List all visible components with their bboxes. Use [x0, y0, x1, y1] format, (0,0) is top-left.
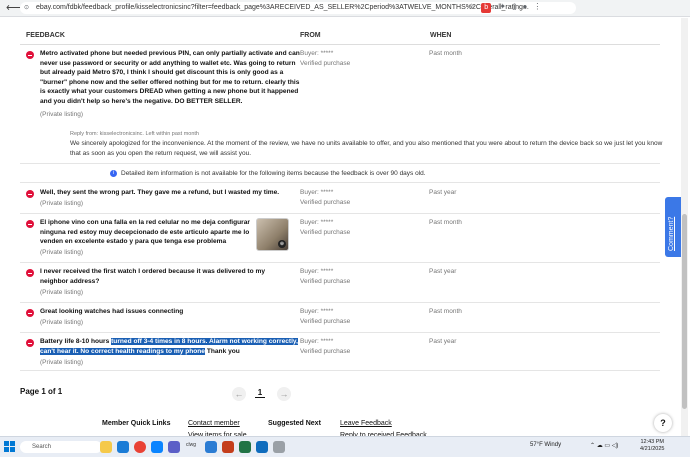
buyer-name: Buyer: *****	[300, 189, 334, 196]
feedback-date: Past month	[429, 308, 462, 315]
private-listing: (Private listing)	[40, 319, 83, 326]
menu-icon[interactable]: ⋮	[533, 2, 547, 11]
windows-start-icon[interactable]	[4, 441, 16, 453]
help-button[interactable]: ?	[654, 414, 672, 432]
suggested-next-title: Suggested Next	[268, 420, 321, 427]
buyer-name: Buyer: *****	[300, 338, 334, 345]
taskbar-search-label: Search	[32, 444, 52, 450]
clock-date: 4/21/2025	[640, 446, 665, 452]
previous-page-icon[interactable]: ←	[232, 387, 246, 401]
next-page-icon[interactable]: →	[277, 387, 291, 401]
taskbar-search[interactable]: Search	[20, 441, 102, 453]
browser-toolbar-icons: ☆ b ✦▯●⋮	[468, 2, 547, 13]
excel-icon[interactable]	[239, 441, 251, 453]
clock-time: 12:43 PM	[640, 439, 664, 445]
page-summary: Page 1 of 1	[20, 387, 63, 396]
mail-icon[interactable]	[151, 441, 163, 453]
verified-purchase: Verified purchase	[300, 229, 351, 236]
site-info-icon[interactable]: ⊙	[24, 4, 29, 11]
contact-member-link[interactable]: Contact member	[188, 420, 240, 427]
feedback-comment: Battery life 8-10 hours turned off 3-4 t…	[40, 337, 302, 356]
negative-rating-icon	[26, 339, 34, 347]
windows-taskbar: Search clwg 57°F Windy ⌃ ☁ ▭ ◁) 12:43 PM…	[0, 436, 690, 457]
current-page[interactable]: 1	[255, 388, 265, 398]
verified-purchase: Verified purchase	[300, 199, 351, 206]
comment-tab-label: Comment?	[668, 216, 675, 251]
page-scrollbar[interactable]	[681, 18, 688, 436]
buyer-name: Buyer: *****	[300, 50, 334, 57]
extension-badge-icon[interactable]: b	[481, 3, 492, 13]
feedback-date: Past year	[429, 338, 457, 345]
teams-icon[interactable]	[168, 441, 180, 453]
feedback-row: Battery life 8-10 hours turned off 3-4 t…	[20, 332, 660, 371]
info-notice-text: Detailed item information is not availab…	[121, 170, 426, 178]
column-when: WHEN	[430, 32, 452, 39]
info-icon: i	[110, 170, 117, 177]
private-listing: (Private listing)	[40, 289, 83, 296]
feedback-photo-thumbnail[interactable]: ⊕	[256, 218, 289, 251]
negative-rating-icon	[26, 51, 34, 59]
private-listing: (Private listing)	[40, 249, 83, 256]
feedback-comment: Great looking watches had issues connect…	[40, 308, 184, 315]
feedback-comment: Well, they sent the wrong part. They gav…	[40, 189, 280, 196]
feedback-date: Past month	[429, 50, 462, 57]
buyer-name: Buyer: *****	[300, 308, 334, 315]
feedback-comment: El iphone vino con una falla en la red c…	[40, 219, 250, 246]
negative-rating-icon	[26, 269, 34, 277]
profile-icon[interactable]: ●	[523, 2, 534, 11]
private-listing: (Private listing)	[40, 111, 83, 118]
browser-address-bar: ⟵ ebay.com/fdbk/feedback_profile/kissele…	[0, 0, 690, 17]
star-icon[interactable]: ☆	[468, 2, 481, 11]
negative-rating-icon	[26, 309, 34, 317]
feedback-table-header: FEEDBACK FROM WHEN	[20, 28, 660, 45]
member-quick-links-title: Member Quick Links	[102, 420, 171, 427]
comment-part: Thank you	[204, 347, 240, 355]
verified-purchase: Verified purchase	[300, 278, 351, 285]
buyer-name: Buyer: *****	[300, 268, 334, 275]
reply-header: Reply from: kisselectronicsinc. Left wit…	[70, 131, 199, 137]
taskbar-app-label[interactable]: clwg	[186, 442, 196, 448]
private-listing: (Private listing)	[40, 200, 83, 207]
system-tray-icons[interactable]: ⌃ ☁ ▭ ◁)	[590, 442, 618, 449]
negative-rating-icon	[26, 190, 34, 198]
feedback-row: Metro activated phone but needed previou…	[20, 45, 662, 164]
leave-feedback-link[interactable]: Leave Feedback	[340, 420, 392, 427]
feedback-row: I never received the first watch I order…	[20, 262, 660, 303]
feedback-row: El iphone vino con una falla en la red c…	[20, 213, 660, 263]
private-listing: (Private listing)	[40, 359, 83, 366]
feedback-date: Past year	[429, 268, 457, 275]
file-explorer-icon[interactable]	[100, 441, 112, 453]
seller-reply: We sincerely apologized for the inconven…	[70, 140, 663, 157]
feedback-row: Well, they sent the wrong part. They gav…	[20, 183, 660, 214]
edge-icon[interactable]	[117, 441, 129, 453]
info-notice: i Detailed item information is not availa…	[110, 170, 426, 177]
zoom-icon: ⊕	[278, 240, 286, 248]
taskbar-clock[interactable]: 12:43 PM 4/21/2025	[640, 439, 664, 453]
feedback-row: Great looking watches had issues connect…	[20, 302, 660, 333]
outlook-icon[interactable]	[256, 441, 268, 453]
negative-rating-icon	[26, 220, 34, 228]
feedback-date: Past year	[429, 189, 457, 196]
url-text: ebay.com/fdbk/feedback_profile/kisselect…	[36, 4, 529, 11]
comment-part: Battery life 8-10 hours	[40, 338, 112, 345]
column-feedback: FEEDBACK	[26, 32, 65, 39]
verified-purchase: Verified purchase	[300, 318, 351, 325]
chrome-icon[interactable]	[134, 441, 146, 453]
sidebar-icon[interactable]: ▯	[512, 2, 522, 11]
feedback-comment: I never received the first watch I order…	[40, 268, 266, 285]
verified-purchase: Verified purchase	[300, 60, 351, 67]
feedback-comment: Metro activated phone but needed previou…	[40, 50, 300, 105]
verified-purchase: Verified purchase	[300, 348, 351, 355]
scrollbar-thumb[interactable]	[682, 214, 687, 409]
weather-widget[interactable]: 57°F Windy	[530, 442, 561, 448]
feedback-date: Past month	[429, 219, 462, 226]
buyer-name: Buyer: *****	[300, 219, 334, 226]
word-icon[interactable]	[205, 441, 217, 453]
column-from: FROM	[300, 32, 321, 39]
puzzle-icon[interactable]: ✦	[499, 2, 512, 11]
powerpoint-icon[interactable]	[222, 441, 234, 453]
app-icon[interactable]	[273, 441, 285, 453]
